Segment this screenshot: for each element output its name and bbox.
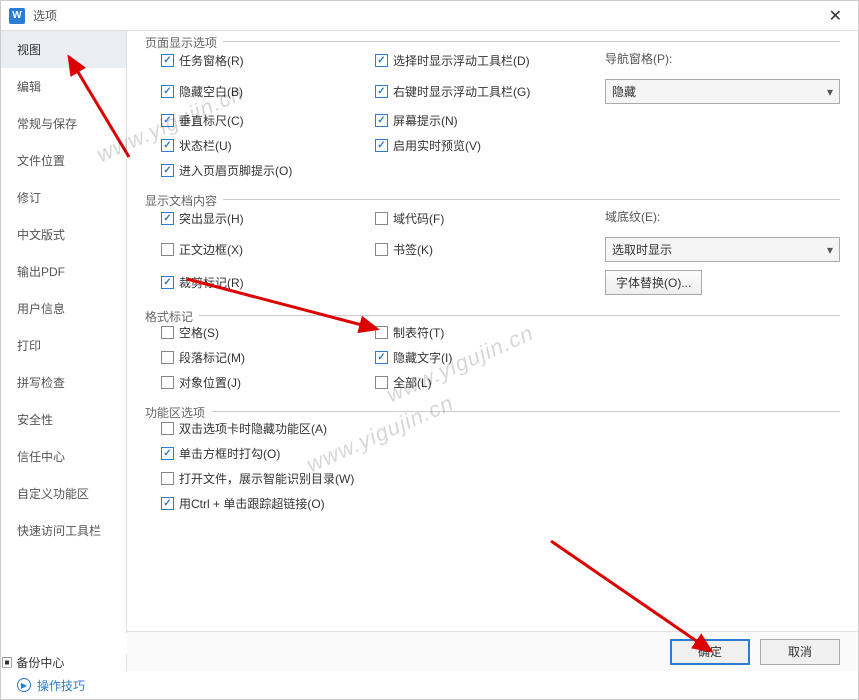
chk-dc2-1[interactable]: 书签(K) [375,241,433,258]
backup-center-button[interactable]: ▣ 备份中心 [1,654,127,671]
chk-pd1-2[interactable]: 垂直标尺(C) [161,112,244,129]
tips-icon: ▶ [17,678,31,692]
sidebar-item-2[interactable]: 常规与保存 [1,105,126,142]
window-title: 选项 [33,7,821,24]
chk-dc1-2[interactable]: 裁剪标记(R) [161,274,244,291]
group-doc-content: 显示文档内容 [145,192,223,209]
chk-dc2-0[interactable]: 域代码(F) [375,210,444,227]
backup-icon: ▣ [1,656,13,670]
app-logo: W [9,8,25,24]
group-page-display: 页面显示选项 [145,34,223,51]
chk-dc1-0[interactable]: 突出显示(H) [161,210,244,227]
field-shading-select[interactable]: 选取时显示 [605,237,840,262]
group-format-marks: 格式标记 [145,308,199,325]
chk-pd1-1[interactable]: 隐藏空白(B) [161,83,243,100]
chk-fm2-2[interactable]: 全部(L) [375,374,432,391]
chk-fm1-2[interactable]: 对象位置(J) [161,374,241,391]
sidebar-item-11[interactable]: 信任中心 [1,438,126,475]
ok-button[interactable]: 确定 [670,639,750,665]
chk-rb-3[interactable]: 用Ctrl + 单击跟踪超链接(O) [161,495,840,512]
chk-fm2-1[interactable]: 隐藏文字(I) [375,349,452,366]
sidebar-item-7[interactable]: 用户信息 [1,290,126,327]
nav-pane-select[interactable]: 隐藏 [605,79,840,104]
chk-rb-1[interactable]: 单击方框时打勾(O) [161,445,840,462]
sidebar-item-0[interactable]: 视图 [1,31,126,68]
nav-pane-label: 导航窗格(P): [605,50,840,67]
chk-pd1-3[interactable]: 状态栏(U) [161,137,232,154]
sidebar-item-10[interactable]: 安全性 [1,401,126,438]
tips-link[interactable]: ▶ 操作技巧 [1,671,858,699]
chk-pd2-3[interactable]: 启用实时预览(V) [375,137,481,154]
sidebar-item-1[interactable]: 编辑 [1,68,126,105]
font-substitute-button[interactable]: 字体替换(O)... [605,270,702,295]
chk-fm2-0[interactable]: 制表符(T) [375,324,444,341]
chk-pd2-0[interactable]: 选择时显示浮动工具栏(D) [375,52,530,69]
cancel-button[interactable]: 取消 [760,639,840,665]
chk-fm1-0[interactable]: 空格(S) [161,324,219,341]
field-shading-label: 域底纹(E): [605,208,840,225]
sidebar-item-8[interactable]: 打印 [1,327,126,364]
chk-pd2-1[interactable]: 右键时显示浮动工具栏(G) [375,83,530,100]
sidebar-item-9[interactable]: 拼写检查 [1,364,126,401]
sidebar-item-4[interactable]: 修订 [1,179,126,216]
sidebar-item-13[interactable]: 快速访问工具栏 [1,512,126,549]
chk-dc1-1[interactable]: 正文边框(X) [161,241,243,258]
chk-fm1-1[interactable]: 段落标记(M) [161,349,245,366]
sidebar-item-3[interactable]: 文件位置 [1,142,126,179]
chk-rb-2[interactable]: 打开文件，展示智能识别目录(W) [161,470,840,487]
chk-pd2-2[interactable]: 屏幕提示(N) [375,112,458,129]
sidebar-item-12[interactable]: 自定义功能区 [1,475,126,512]
chk-pd1-0[interactable]: 任务窗格(R) [161,52,244,69]
chk-rb-0[interactable]: 双击选项卡时隐藏功能区(A) [161,420,840,437]
close-icon[interactable]: ✕ [821,4,850,28]
chk-pd1-4[interactable]: 进入页眉页脚提示(O) [161,162,292,179]
sidebar-item-6[interactable]: 输出PDF [1,253,126,290]
sidebar-item-5[interactable]: 中文版式 [1,216,126,253]
group-ribbon-options: 功能区选项 [145,404,211,421]
